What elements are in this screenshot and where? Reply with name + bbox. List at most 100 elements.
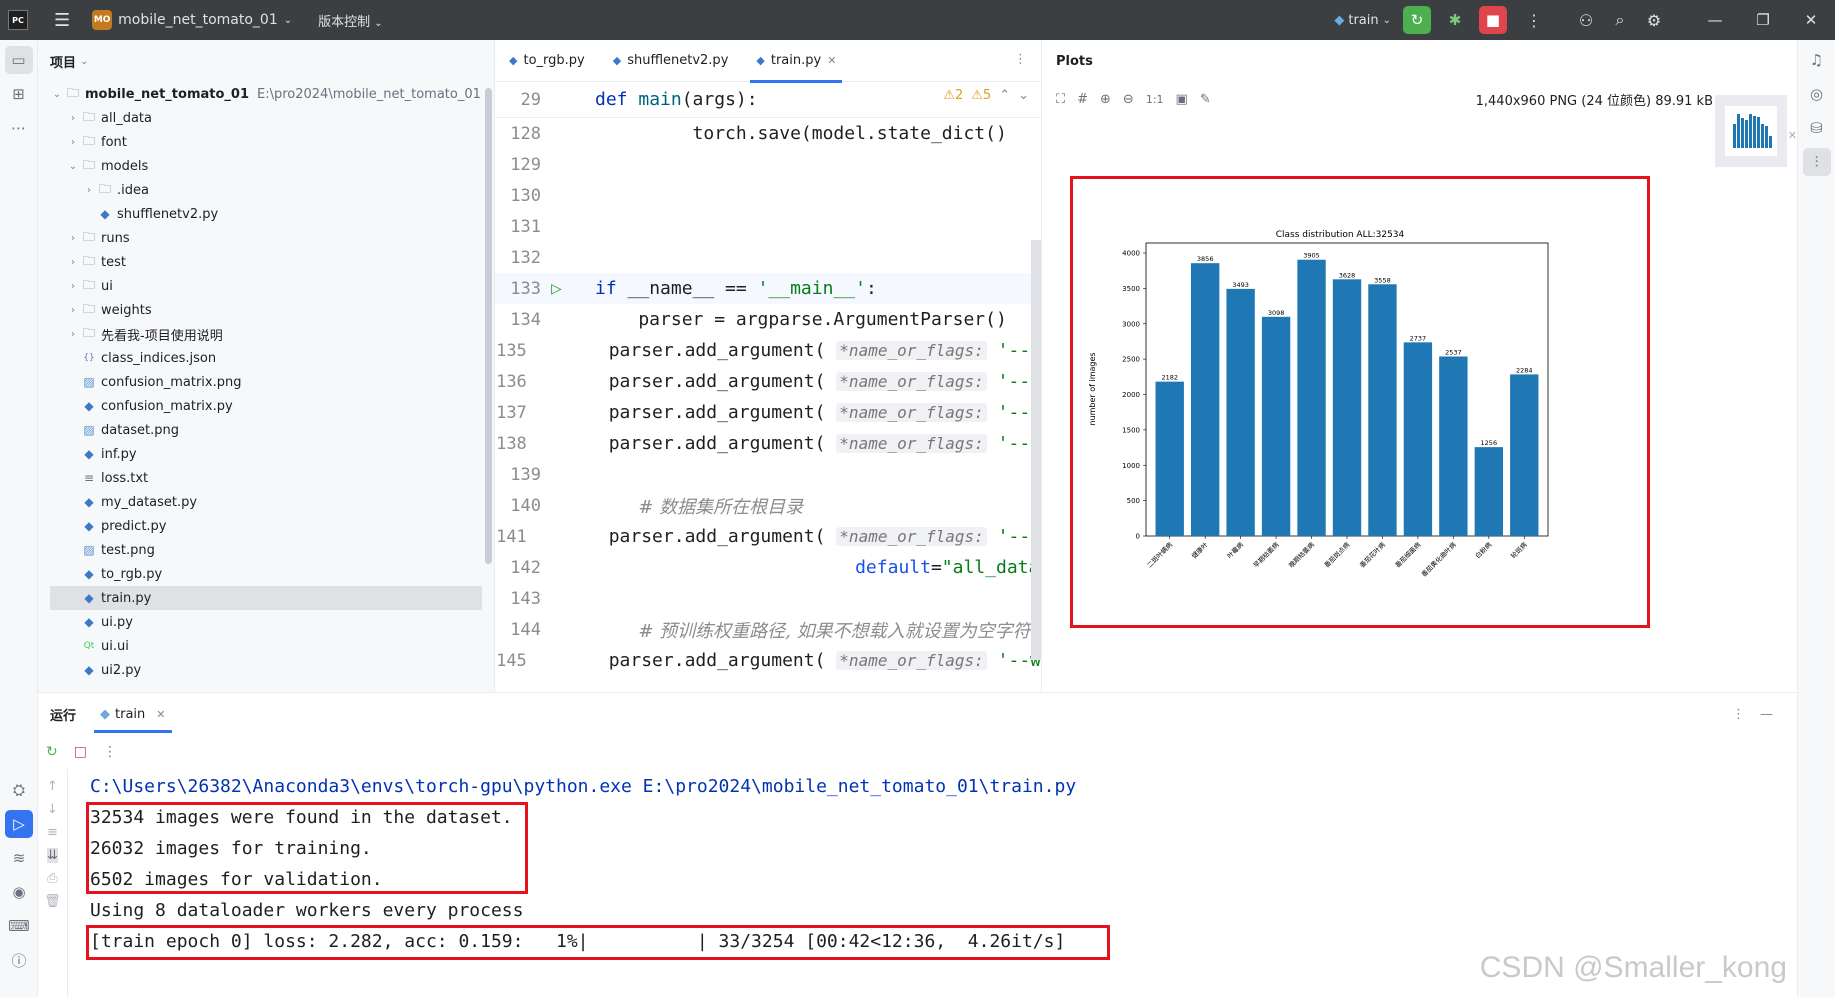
tree-item[interactable]: ◆ ui.py [50, 610, 494, 634]
arrow-up-icon[interactable]: ↑ [47, 779, 58, 794]
chevron-down-icon[interactable]: ⌄ [66, 161, 80, 172]
code-line[interactable]: 136 parser.add_argument( *name_or_flags:… [495, 366, 1041, 397]
search-icon[interactable]: ⌕ [1603, 10, 1637, 30]
vcs-menu[interactable]: 版本控制 ⌄ [318, 11, 383, 30]
project-scrollbar[interactable] [485, 88, 492, 564]
chevron-right-icon[interactable]: › [66, 113, 80, 124]
debug-button[interactable]: ✱ [1441, 6, 1469, 34]
stop-icon[interactable]: □ [74, 744, 87, 760]
editor-tab[interactable]: ◆ to_rgb.py [495, 40, 599, 82]
tree-item[interactable]: ◆ confusion_matrix.py [50, 394, 494, 418]
tree-item[interactable]: ◆ predict.py [50, 514, 494, 538]
tree-item[interactable]: ▨ confusion_matrix.png [50, 370, 494, 394]
tree-item[interactable]: ◆ shufflenetv2.py [50, 202, 494, 226]
more-options-icon[interactable]: ⋮ [103, 744, 117, 760]
grid-icon[interactable]: # [1077, 92, 1088, 107]
tree-item[interactable]: › 🗀 font [50, 130, 494, 154]
minimize-button[interactable]: — [1691, 11, 1739, 29]
tree-item[interactable]: ≡ loss.txt [50, 466, 494, 490]
tree-item[interactable]: › 🗀 先看我-项目使用说明 [50, 322, 494, 346]
code-line[interactable]: 137 parser.add_argument( *name_or_flags:… [495, 397, 1041, 428]
tree-item[interactable]: ⌄ 🗀 models [50, 154, 494, 178]
problems-icon[interactable]: ⓘ [5, 946, 33, 974]
code-line[interactable]: 139 [495, 459, 1041, 490]
code-line[interactable]: 130 [495, 180, 1041, 211]
terminal-icon[interactable]: ⌨ [5, 912, 33, 940]
arrow-down-icon[interactable]: ↓ [47, 802, 58, 817]
rerun-button[interactable]: ↻ [1403, 6, 1431, 34]
code-line[interactable]: 129 [495, 149, 1041, 180]
settings-gear-icon[interactable]: ⚙ [1637, 11, 1671, 30]
more-options-icon[interactable]: ⋮ [1732, 707, 1745, 722]
chevron-right-icon[interactable]: › [66, 329, 80, 340]
tree-item[interactable]: › 🗀 all_data [50, 106, 494, 130]
soft-wrap-icon[interactable]: ≡ [47, 825, 58, 840]
tree-item[interactable]: ▨ dataset.png [50, 418, 494, 442]
code-line[interactable]: 140 # 数据集所在根目录 [495, 490, 1041, 521]
tree-item[interactable]: › 🗀 test [50, 250, 494, 274]
plots-icon[interactable]: ⫶ [1802, 148, 1831, 176]
close-icon[interactable]: ✕ [827, 54, 836, 67]
stop-button[interactable]: ■ [1479, 6, 1507, 34]
run-gutter-icon[interactable]: ▷ [545, 278, 595, 299]
project-switcher[interactable]: MO mobile_net_tomato_01 ⌄ [92, 10, 292, 30]
database-icon[interactable]: ⛁ [1803, 114, 1831, 142]
code-line[interactable]: 128 torch.save(model.state_dict() [495, 118, 1041, 149]
editor-scrollbar[interactable] [1031, 240, 1041, 660]
trash-icon[interactable]: 🗑 [44, 894, 61, 909]
tree-item[interactable]: ◆ inf.py [50, 442, 494, 466]
code-line[interactable]: 133 ▷ if __name__ == '__main__': [495, 273, 1041, 304]
tree-item[interactable]: › 🗀 ui [50, 274, 494, 298]
pycharm-logo[interactable]: PC [8, 10, 28, 30]
structure-icon[interactable]: ⊞ [5, 80, 33, 108]
tree-item[interactable]: ◆ to_rgb.py [50, 562, 494, 586]
code-line[interactable]: 131 [495, 211, 1041, 242]
code-line[interactable]: 143 [495, 583, 1041, 614]
close-window-button[interactable]: ✕ [1787, 11, 1835, 29]
ai-assistant-icon[interactable]: ◎ [1803, 80, 1831, 108]
editor-tab[interactable]: ◆ train.py ✕ [742, 40, 850, 83]
print-icon[interactable]: ⎙ [47, 871, 57, 886]
code-line[interactable]: 138 parser.add_argument( *name_or_flags:… [495, 428, 1041, 459]
code-line[interactable]: 142 default="all_data [495, 552, 1041, 583]
run-icon[interactable]: ▷ [5, 810, 33, 838]
add-user-icon[interactable]: ⚇ [1569, 11, 1603, 30]
layers-icon[interactable]: ≋ [5, 844, 33, 872]
tree-item[interactable]: › 🗀 weights [50, 298, 494, 322]
project-folder-icon[interactable]: ▭ [4, 46, 33, 74]
minimize-panel-icon[interactable]: — [1760, 707, 1773, 722]
close-icon[interactable]: ✕ [156, 708, 165, 721]
more-options-icon[interactable]: ⋮ [1517, 11, 1551, 30]
editor-tab[interactable]: ◆ shufflenetv2.py [599, 40, 743, 82]
tree-item[interactable]: {} class_indices.json [50, 346, 494, 370]
run-tab-train[interactable]: ◆ train ✕ [94, 693, 172, 735]
restore-button[interactable]: ❐ [1739, 11, 1787, 29]
inspection-widget[interactable]: ⚠2 ⚠5 ⌃ ⌄ [943, 88, 1029, 103]
chevron-right-icon[interactable]: › [66, 281, 80, 292]
chevron-right-icon[interactable]: › [66, 137, 80, 148]
scroll-to-end-icon[interactable]: ⇊ [47, 848, 58, 863]
actual-size-button[interactable]: 1:1 [1146, 93, 1164, 106]
code-line[interactable]: 145 parser.add_argument( *name_or_flags:… [495, 645, 1041, 676]
main-menu-icon[interactable]: ☰ [54, 10, 70, 31]
fit-screen-icon[interactable]: ⛶ [1056, 92, 1065, 107]
chevron-right-icon[interactable]: › [82, 185, 96, 196]
zoom-in-icon[interactable]: ⊕ [1100, 92, 1111, 107]
code-line[interactable]: 144 # 预训练权重路径, 如果不想载入就设置为空字符 [495, 614, 1041, 645]
close-icon[interactable]: ✕ [1788, 129, 1797, 142]
code-line[interactable]: 132 [495, 242, 1041, 273]
zoom-out-icon[interactable]: ⊖ [1123, 92, 1134, 107]
code-line[interactable]: 135 parser.add_argument( *name_or_flags:… [495, 335, 1041, 366]
color-picker-icon[interactable]: ✎ [1200, 92, 1211, 107]
tree-item[interactable]: ◆ train.py [50, 586, 482, 610]
run-config-selector[interactable]: ◆ train ⌄ [1334, 13, 1391, 28]
tree-item[interactable]: ◆ ui2.py [50, 658, 494, 682]
tree-item[interactable]: ◆ my_dataset.py [50, 490, 494, 514]
tree-item[interactable]: › 🗀 runs [50, 226, 494, 250]
code-line[interactable]: 141 parser.add_argument( *name_or_flags:… [495, 521, 1041, 552]
rerun-icon[interactable]: ↻ [46, 744, 58, 760]
more-options-icon[interactable]: ⋮ [1014, 52, 1027, 67]
project-panel-header[interactable]: 项目 ⌄ [38, 40, 494, 82]
plot-thumbnail[interactable]: ✕ [1715, 95, 1797, 167]
code-line[interactable]: 134 parser = argparse.ArgumentParser() [495, 304, 1041, 335]
